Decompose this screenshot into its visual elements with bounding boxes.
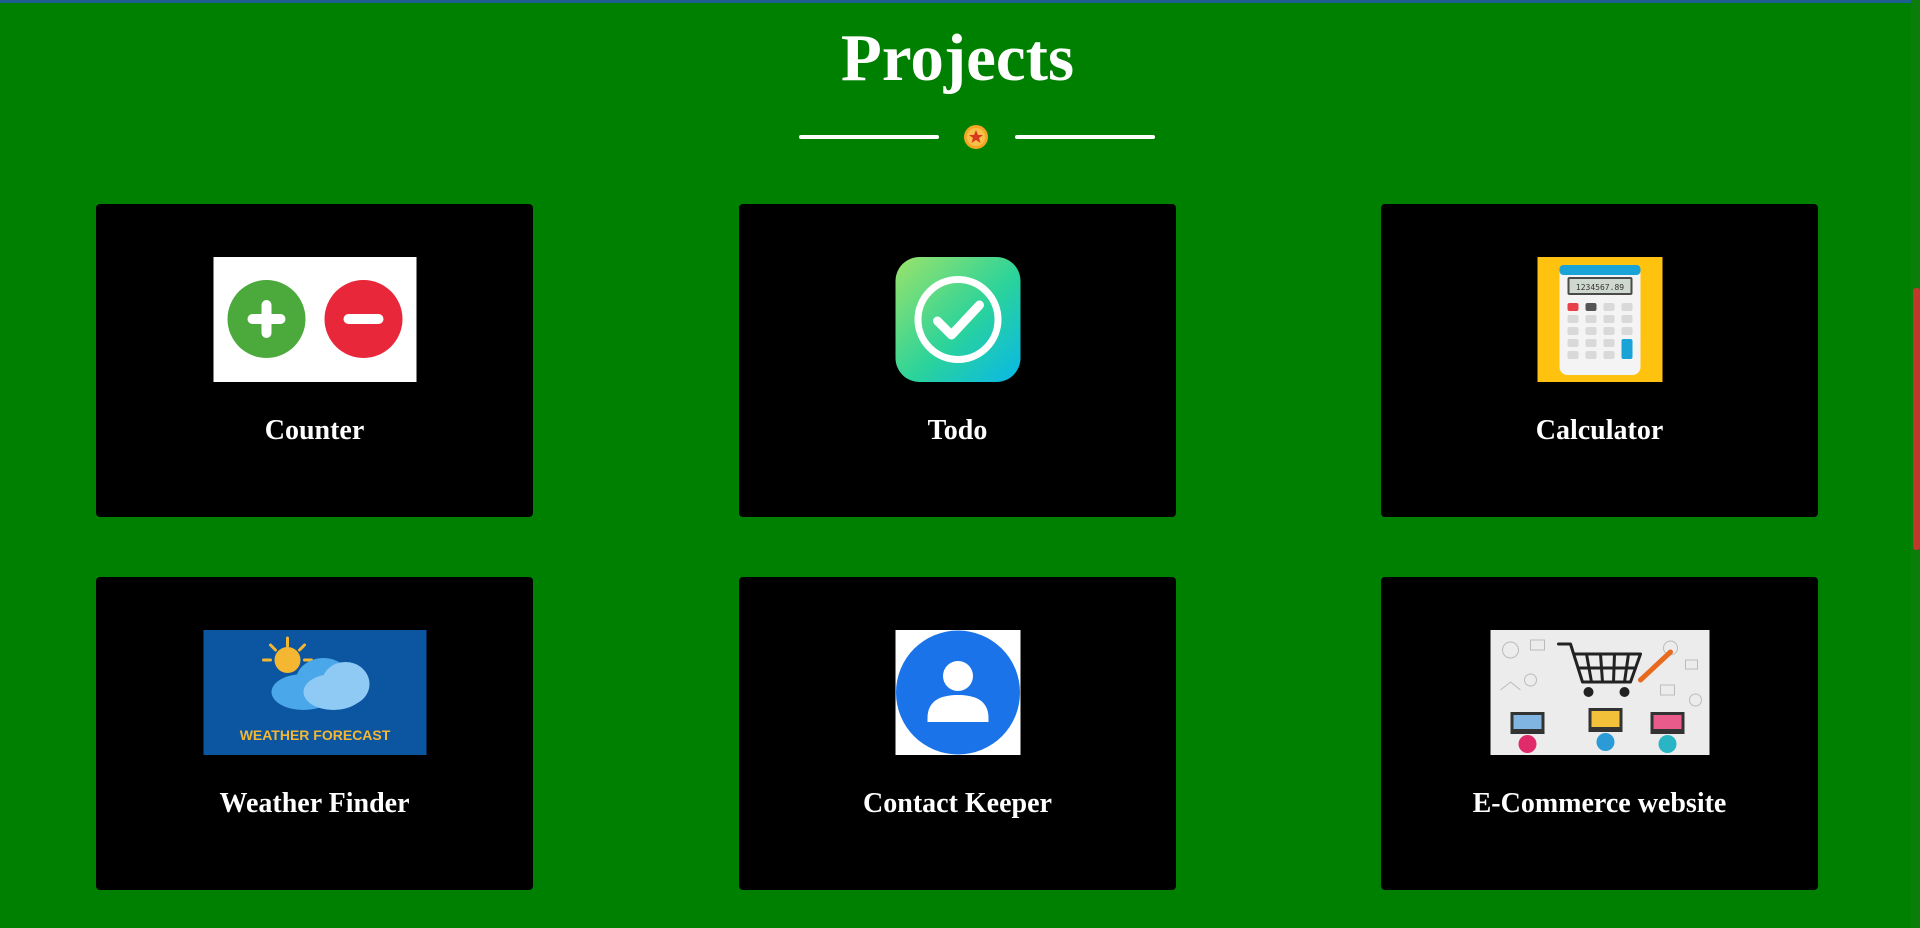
calculator-display: 1234567.89 (1575, 283, 1623, 292)
weather-icon: WEATHER FORECAST (203, 630, 426, 755)
project-title: Todo (927, 415, 988, 446)
project-card-counter[interactable]: Counter (96, 204, 533, 517)
counter-thumbnail (213, 257, 416, 382)
divider-line-left (799, 135, 939, 139)
project-title: Contact Keeper (863, 788, 1052, 819)
project-card-todo[interactable]: Todo (739, 204, 1176, 517)
ecommerce-thumbnail (1490, 630, 1709, 755)
vertical-scrollbar[interactable] (1911, 0, 1920, 928)
project-title: Calculator (1535, 415, 1664, 446)
checkmark-icon (895, 257, 1020, 382)
divider-line-right (1015, 135, 1155, 139)
project-title: E-Commerce website (1472, 788, 1727, 819)
project-title: Counter (264, 415, 365, 446)
top-border (0, 0, 1920, 3)
plus-minus-icon (213, 257, 416, 382)
project-title: Weather Finder (219, 788, 410, 819)
title-divider (799, 122, 1155, 152)
scrollbar-thumb[interactable] (1913, 288, 1920, 550)
contact-person-icon (895, 630, 1020, 755)
project-card-calculator[interactable]: 1234567.89 Calculator (1381, 204, 1818, 517)
star-badge-icon (964, 125, 988, 149)
page-title: Projects (840, 21, 1075, 95)
todo-thumbnail (895, 257, 1020, 382)
calculator-thumbnail: 1234567.89 (1537, 257, 1662, 382)
contact-thumbnail (895, 630, 1020, 755)
project-card-e-commerce[interactable]: E-Commerce website (1381, 577, 1818, 890)
weather-thumbnail: WEATHER FORECAST (203, 630, 426, 755)
project-card-weather-finder[interactable]: WEATHER FORECAST Weather Finder (96, 577, 533, 890)
project-card-contact-keeper[interactable]: Contact Keeper (739, 577, 1176, 890)
calculator-icon: 1234567.89 (1537, 257, 1662, 382)
shopping-cart-icon (1490, 630, 1709, 755)
weather-image-text: WEATHER FORECAST (239, 727, 390, 743)
